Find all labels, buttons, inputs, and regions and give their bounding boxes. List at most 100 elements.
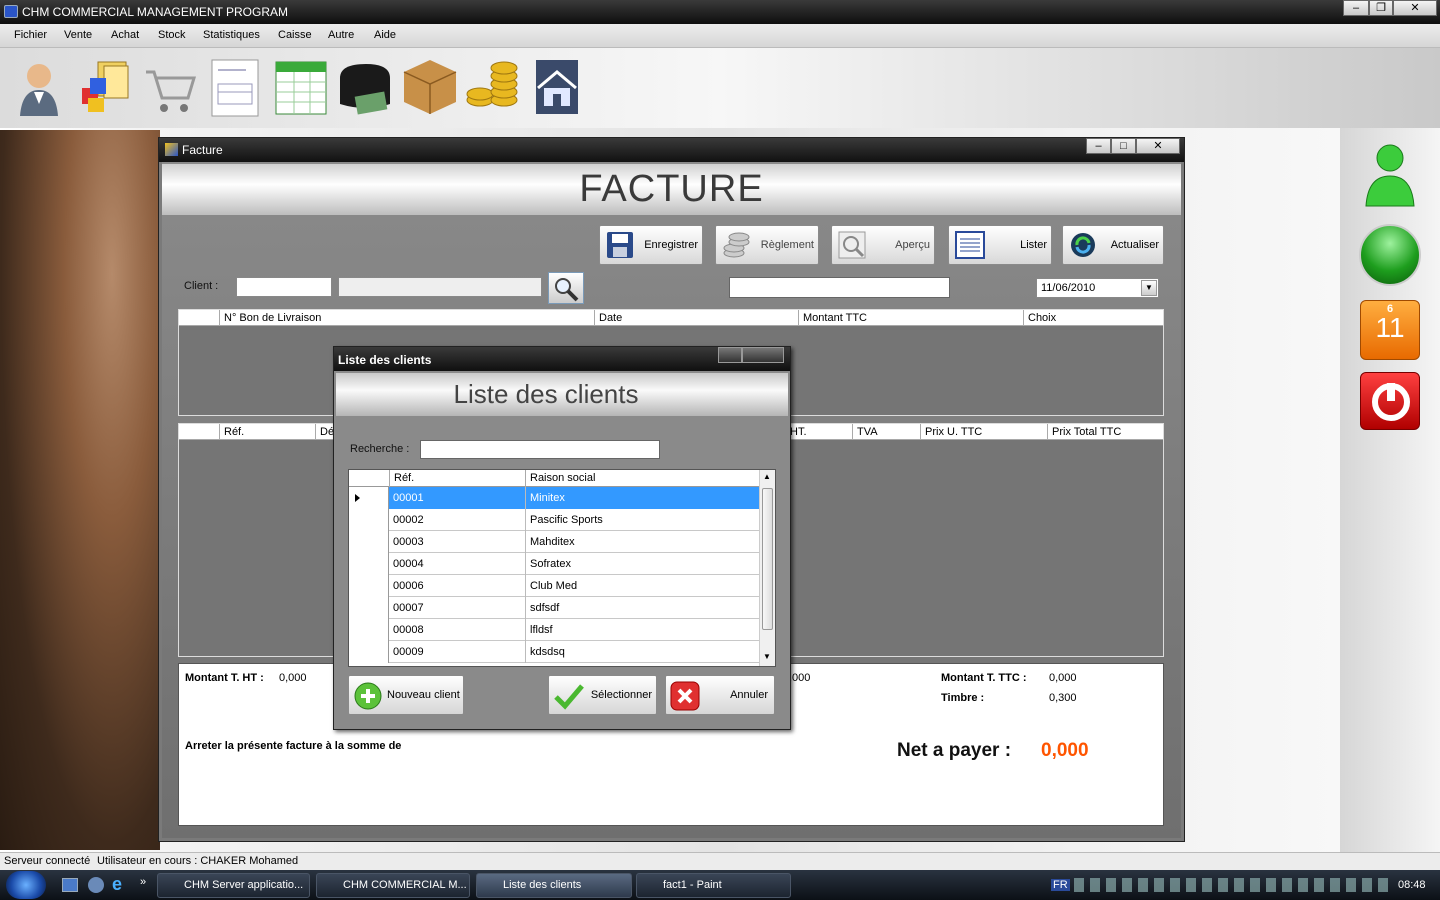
box-icon[interactable]: [400, 54, 458, 118]
client-name-input[interactable]: [338, 277, 542, 297]
row-header[interactable]: [349, 531, 389, 553]
lister-button[interactable]: Lister: [948, 225, 1052, 265]
preview-icon: [838, 231, 866, 259]
client-row[interactable]: 00008 lfldsf: [349, 619, 759, 641]
row-selector-arrow[interactable]: [349, 487, 389, 509]
menu-caisse[interactable]: Caisse: [278, 29, 312, 41]
restore-button[interactable]: ❐: [1369, 0, 1393, 16]
toolbar: [0, 48, 1440, 128]
spreadsheet-icon[interactable]: [272, 54, 330, 118]
date-picker[interactable]: 11/06/2010 ▼: [1036, 278, 1159, 298]
client-name-cell: lfldsf: [530, 624, 553, 636]
products-icon[interactable]: [74, 54, 132, 118]
row-header[interactable]: [349, 619, 389, 641]
reglement-button[interactable]: Règlement: [715, 225, 819, 265]
task-liste-clients[interactable]: Liste des clients: [476, 873, 632, 898]
show-desktop-icon[interactable]: [62, 878, 78, 892]
document-icon[interactable]: [206, 54, 264, 118]
ie-icon[interactable]: e: [112, 875, 128, 893]
menu-fichier[interactable]: Fichier: [14, 29, 47, 41]
row-header[interactable]: [349, 597, 389, 619]
col-date[interactable]: Date: [594, 310, 622, 326]
col-raison-social[interactable]: Raison social: [526, 470, 759, 487]
client-row[interactable]: 00009 kdsdsq: [349, 641, 759, 663]
client-name-cell: Club Med: [530, 580, 578, 592]
background-photo: [0, 130, 160, 850]
search-client-button[interactable]: [548, 272, 584, 304]
system-tray-icons[interactable]: [1074, 878, 1390, 892]
col-client-ref[interactable]: Réf.: [389, 470, 526, 487]
menu-vente[interactable]: Vente: [64, 29, 92, 41]
menu-autre[interactable]: Autre: [328, 29, 354, 41]
actualiser-label: Actualiser: [1110, 239, 1159, 251]
annuler-label: Annuler: [730, 689, 768, 701]
task-chm-server[interactable]: CHM Server applicatio...: [157, 873, 310, 898]
cart-icon[interactable]: [140, 54, 198, 118]
selectionner-button[interactable]: Sélectionner: [548, 675, 657, 715]
power-icon[interactable]: [1360, 372, 1420, 430]
menu-stock[interactable]: Stock: [158, 29, 186, 41]
scroll-up-icon[interactable]: ▲: [763, 472, 771, 481]
cancel-icon: [670, 681, 700, 711]
col-bon-livraison[interactable]: N° Bon de Livraison: [219, 310, 321, 326]
row-header[interactable]: [349, 509, 389, 531]
chevron-down-icon[interactable]: ▼: [1141, 280, 1157, 296]
client-row[interactable]: 00007 sdfsdf: [349, 597, 759, 619]
client-info-input[interactable]: [729, 277, 950, 298]
quicklaunch-more-icon[interactable]: »: [140, 876, 146, 888]
facture-close-button[interactable]: ✕: [1136, 138, 1180, 154]
scroll-down-icon[interactable]: ▼: [763, 652, 771, 661]
nouveau-client-button[interactable]: Nouveau client: [348, 675, 464, 715]
facture-minimize-button[interactable]: –: [1086, 138, 1111, 154]
task-chm-commercial[interactable]: CHM COMMERCIAL M...: [316, 873, 470, 898]
net-a-payer-label: Net a payer :: [897, 740, 1012, 761]
dialog-close-button[interactable]: [742, 347, 784, 363]
client-grid-scrollbar[interactable]: ▲ ▼: [759, 470, 775, 666]
task-paint[interactable]: fact1 - Paint: [636, 873, 791, 898]
user-icon[interactable]: [10, 54, 68, 118]
col-prix-u-ttc[interactable]: Prix U. TTC: [920, 424, 982, 440]
client-row[interactable]: 00003 Mahditex: [349, 531, 759, 553]
bon-livraison-header: N° Bon de Livraison Date Montant TTC Cho…: [179, 310, 1163, 326]
col-choix[interactable]: Choix: [1023, 310, 1056, 326]
row-header[interactable]: [349, 553, 389, 575]
menu-aide[interactable]: Aide: [374, 29, 396, 41]
client-row[interactable]: 00001 Minitex: [349, 487, 759, 509]
online-user-icon[interactable]: [1362, 140, 1418, 210]
row-header[interactable]: [349, 641, 389, 663]
scroll-thumb[interactable]: [762, 488, 773, 630]
close-button[interactable]: ✕: [1393, 0, 1437, 16]
facture-maximize-button[interactable]: □: [1111, 138, 1136, 154]
coins-icon[interactable]: [464, 54, 522, 118]
client-row[interactable]: 00004 Sofratex: [349, 553, 759, 575]
menu-statistiques[interactable]: Statistiques: [203, 29, 260, 41]
client-name-cell: Mahditex: [530, 536, 575, 548]
status-indicator[interactable]: [1359, 224, 1421, 286]
wallet-icon[interactable]: [336, 54, 394, 118]
col-ref[interactable]: Réf.: [219, 424, 244, 440]
client-row[interactable]: 00006 Club Med: [349, 575, 759, 597]
col-tva[interactable]: TVA: [852, 424, 878, 440]
app-title: CHM COMMERCIAL MANAGEMENT PROGRAM: [22, 5, 289, 19]
col-prix-total-ttc[interactable]: Prix Total TTC: [1047, 424, 1121, 440]
actualiser-button[interactable]: Actualiser: [1062, 225, 1164, 265]
client-row[interactable]: 00002 Pascific Sports: [349, 509, 759, 531]
minimize-button[interactable]: –: [1343, 0, 1369, 16]
language-indicator[interactable]: FR: [1051, 879, 1070, 891]
row-header[interactable]: [349, 575, 389, 597]
browser-icon[interactable]: [88, 877, 104, 893]
recherche-input[interactable]: [420, 440, 660, 459]
client-code-input[interactable]: [236, 277, 332, 297]
col-designation[interactable]: Dé: [315, 424, 334, 440]
calendar-icon[interactable]: 6 11: [1360, 300, 1420, 360]
start-button[interactable]: [6, 871, 46, 899]
apercu-button[interactable]: Aperçu: [831, 225, 935, 265]
client-name-cell: sdfsdf: [530, 602, 560, 614]
home-icon[interactable]: [528, 54, 586, 118]
client-name-cell: kdsdsq: [530, 646, 565, 658]
dialog-minimize-button[interactable]: [718, 347, 742, 363]
menu-achat[interactable]: Achat: [111, 29, 139, 41]
col-montant-ttc[interactable]: Montant TTC: [798, 310, 867, 326]
annuler-button[interactable]: Annuler: [665, 675, 775, 715]
enregistrer-button[interactable]: Enregistrer: [599, 225, 703, 265]
